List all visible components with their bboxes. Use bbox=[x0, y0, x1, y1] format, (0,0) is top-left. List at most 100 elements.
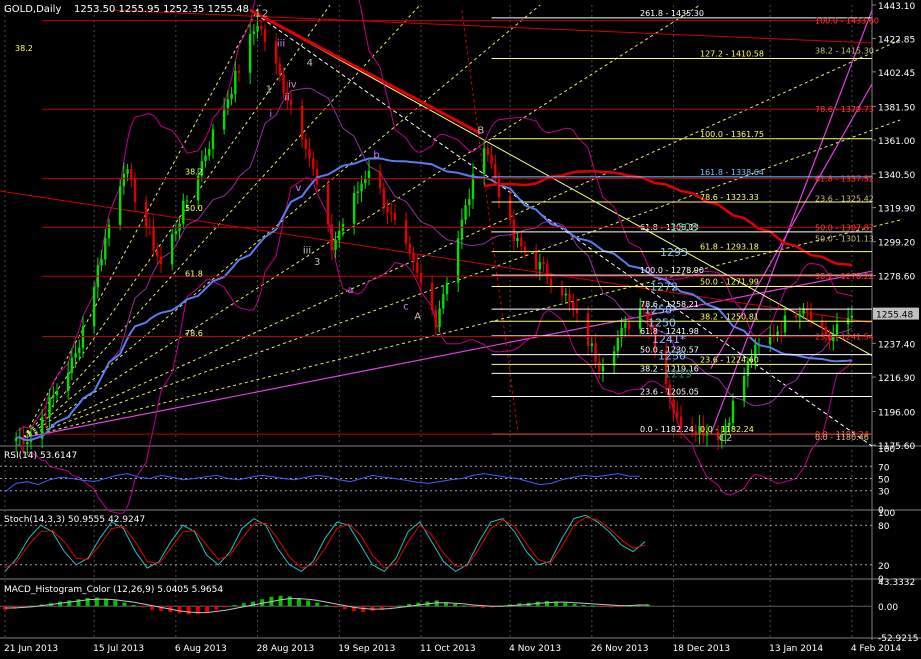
candle-body bbox=[438, 308, 441, 328]
candle-body bbox=[248, 34, 252, 73]
macd-histogram-bar bbox=[223, 606, 228, 608]
price-callout: 1308 bbox=[670, 221, 698, 234]
candle-body bbox=[601, 365, 605, 372]
trend-line bbox=[461, 10, 519, 430]
macd-histogram-bar bbox=[397, 605, 402, 607]
wave-label: 3 bbox=[314, 257, 320, 268]
candle-body bbox=[334, 239, 337, 250]
fib-level-label: 61.8 - 1293.18 bbox=[700, 243, 759, 252]
price-tick-label: 1216.90 bbox=[878, 374, 915, 384]
main-price-panel[interactable]: 261.8 - 1435.30 127.2 - 1410.58 100.0 - 13… bbox=[0, 0, 901, 515]
candle-body bbox=[70, 357, 74, 373]
macd-histogram-bar bbox=[600, 606, 605, 608]
macd-histogram-bar bbox=[278, 595, 283, 607]
candle-body bbox=[308, 149, 311, 159]
left-fib-label: 61.8 bbox=[185, 270, 203, 279]
candle-body bbox=[486, 148, 490, 155]
fib-level-label: 38.2 - 1250.81 bbox=[700, 312, 759, 321]
candle-body bbox=[542, 262, 545, 265]
macd-histogram-bar bbox=[122, 602, 127, 607]
candle-body bbox=[300, 105, 304, 140]
candle-body bbox=[512, 219, 516, 242]
macd-histogram-bar bbox=[471, 606, 476, 608]
candle-body bbox=[204, 155, 207, 162]
fib-level-label: 23.6 - 1205.05 bbox=[640, 388, 699, 397]
macd-histogram-bar bbox=[149, 606, 154, 610]
stoch-axis-label: 20 bbox=[878, 562, 890, 572]
date-tick-label: 21 Jun 2013 bbox=[4, 644, 58, 654]
wave-label: iii bbox=[277, 38, 285, 49]
rsi-axis-label: 100 bbox=[878, 445, 895, 455]
price-tick-label: 1299.20 bbox=[878, 239, 915, 249]
candle-body bbox=[538, 262, 542, 270]
candle-body bbox=[326, 184, 330, 225]
price-callout: 1230 bbox=[658, 350, 686, 363]
candle-body bbox=[107, 224, 111, 239]
macd-histogram-bar bbox=[480, 606, 485, 608]
current-price-label: 1255.48 bbox=[876, 311, 913, 321]
date-tick-label: 26 Nov 2013 bbox=[591, 644, 649, 654]
date-tick-label: 28 Aug 2013 bbox=[257, 644, 315, 654]
candle-body bbox=[534, 252, 538, 270]
candle-body bbox=[100, 259, 103, 266]
candle-body bbox=[352, 193, 356, 224]
rsi-panel[interactable]: RSI(14) 53.6147 bbox=[0, 451, 872, 493]
candle-body bbox=[104, 238, 107, 260]
candle-body bbox=[252, 31, 256, 35]
candle-body bbox=[445, 282, 449, 295]
candle-body bbox=[48, 397, 51, 418]
date-tick-label: 6 Aug 2013 bbox=[175, 644, 227, 654]
price-callout: 1250 bbox=[648, 317, 676, 330]
candle-body bbox=[81, 326, 85, 348]
candle-body bbox=[434, 309, 438, 328]
wave-label: v bbox=[295, 183, 301, 194]
fib-level-label: 161.8 - 1338.64 bbox=[700, 168, 764, 177]
candle-body bbox=[516, 238, 519, 242]
candle-body bbox=[482, 148, 486, 174]
red-fib-label: 78.6 - 1379.73 bbox=[815, 105, 874, 114]
rsi-line bbox=[4, 473, 641, 493]
fib-level-label: 100.0 - 1278.90 bbox=[640, 266, 704, 275]
candle-body bbox=[419, 272, 423, 284]
macd-histogram-bar bbox=[214, 606, 219, 610]
macd-histogram-bar bbox=[324, 605, 329, 607]
wave-label: 2 bbox=[262, 9, 268, 20]
date-tick-label: 4 Nov 2013 bbox=[509, 644, 561, 654]
rsi-axis-label: 70 bbox=[878, 463, 890, 473]
price-tick-label: 1443.10 bbox=[878, 2, 915, 12]
macd-histogram-bar bbox=[186, 606, 191, 615]
wave-label: iv bbox=[288, 79, 297, 90]
price-callout: 1293 bbox=[660, 246, 688, 259]
candle-body bbox=[122, 173, 126, 187]
wave-label: 4 bbox=[307, 58, 313, 69]
candle-body bbox=[338, 230, 341, 240]
trend-line-bold bbox=[249, 8, 482, 135]
price-tick-label: 1422.85 bbox=[878, 35, 915, 45]
candle-body bbox=[156, 250, 159, 257]
candle-body bbox=[572, 301, 575, 310]
macd-axis-label: 43.3332 bbox=[878, 578, 915, 588]
macd-panel[interactable]: MACD_Histogram_Color (12,26,9) 5.0405 5.… bbox=[0, 585, 872, 615]
left-fib-label: 38.2 bbox=[15, 44, 33, 53]
candle-body bbox=[159, 256, 163, 265]
candle-body bbox=[412, 252, 415, 263]
candle-body bbox=[430, 283, 434, 310]
candle-body bbox=[798, 313, 802, 318]
candle-body bbox=[263, 29, 267, 42]
candle-body bbox=[260, 25, 263, 30]
stoch-title: Stoch(14,3,3) 50.9555 42.9247 bbox=[4, 515, 145, 525]
candle-body bbox=[393, 212, 397, 220]
candle-body bbox=[330, 224, 334, 250]
candle-body bbox=[74, 352, 77, 358]
candle-body bbox=[731, 400, 735, 423]
rsi-axis-label: 50 bbox=[878, 476, 890, 486]
price-tick-label: 1237.40 bbox=[878, 340, 915, 350]
rsi-title: RSI(14) 53.6147 bbox=[4, 451, 77, 461]
red-fib-label: 100.0 - 1433.60 bbox=[815, 17, 879, 26]
macd-histogram-bar bbox=[287, 596, 292, 607]
candle-body bbox=[616, 337, 620, 352]
trend-line bbox=[710, 9, 873, 435]
stochastic-panel[interactable]: Stoch(14,3,3) 50.9555 42.9247 bbox=[0, 514, 872, 573]
red-fib-label: 38.2 - 1278.22 bbox=[815, 272, 874, 281]
wave-label: a bbox=[347, 285, 353, 296]
